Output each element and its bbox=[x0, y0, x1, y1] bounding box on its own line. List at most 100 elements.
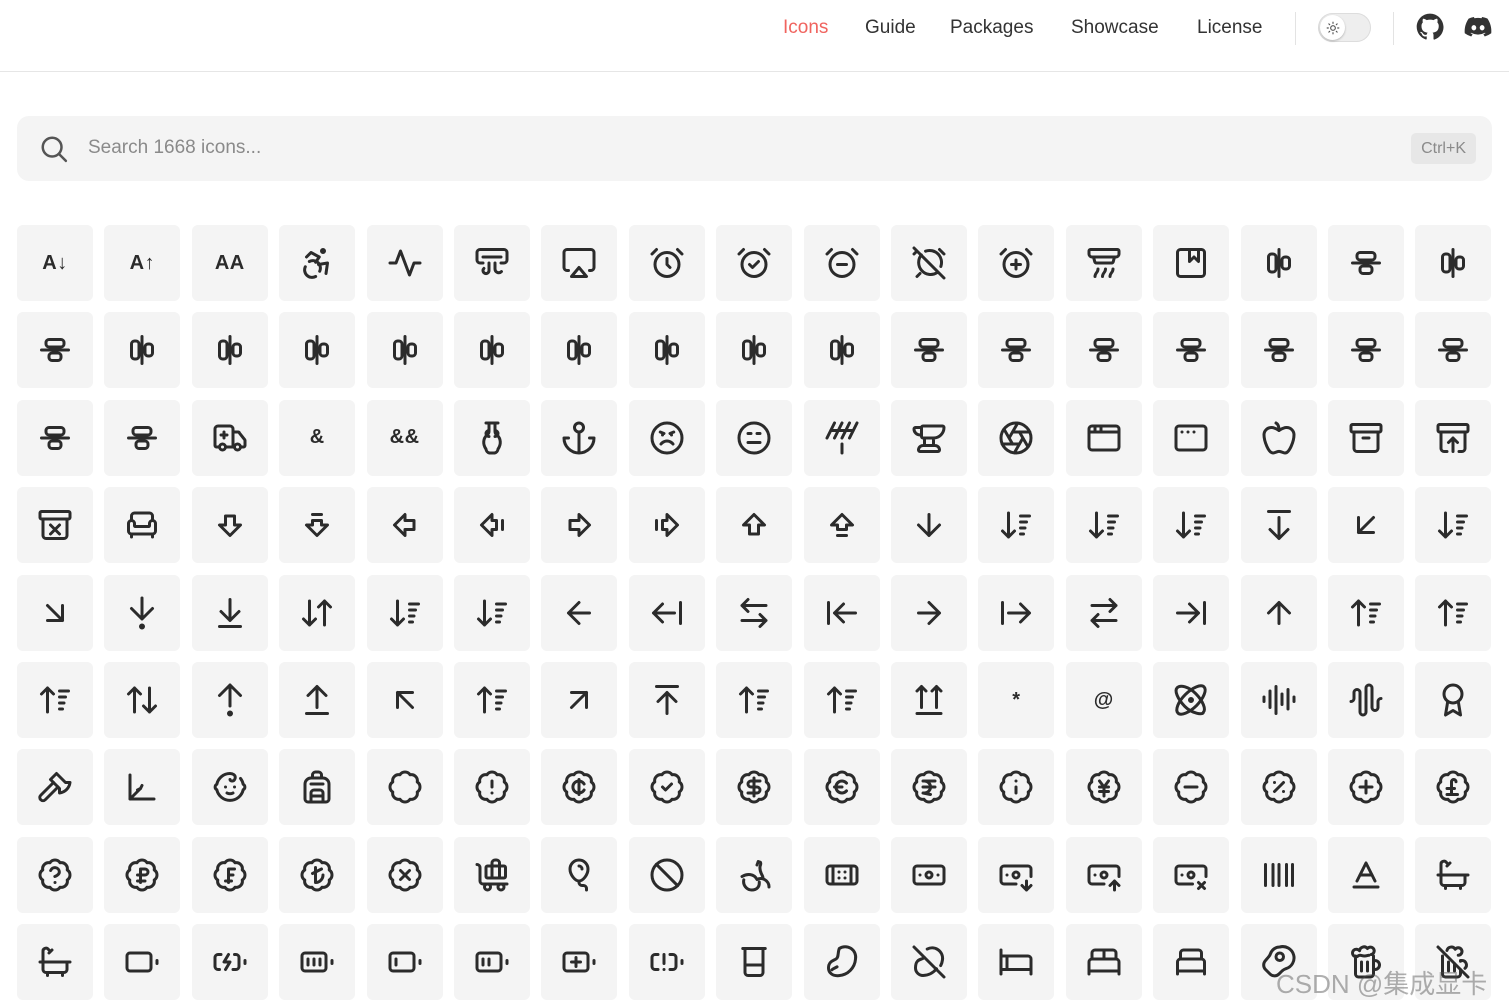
icon-tile-atom[interactable] bbox=[1153, 662, 1230, 738]
icon-tile-arrow-down-to-line[interactable] bbox=[191, 574, 268, 651]
icon-tile-arrow-up[interactable] bbox=[1240, 574, 1317, 651]
icon-tile-ampersand[interactable]: & bbox=[279, 399, 356, 476]
icon-tile-banknote-arrow-down[interactable] bbox=[978, 836, 1055, 913]
icon-tile-align-start-vertical[interactable] bbox=[891, 312, 967, 389]
icon-tile-align-vertical-justify-end[interactable] bbox=[1328, 312, 1404, 389]
icon-tile-badge-percent[interactable] bbox=[1240, 749, 1317, 826]
icon-tile-battery-medium[interactable] bbox=[454, 924, 530, 1001]
icon-tile-arrow-up-wide-narrow[interactable] bbox=[716, 662, 793, 738]
icon-tile-arrow-down-left[interactable] bbox=[1328, 487, 1404, 564]
icon-tile-align-end-horizontal[interactable] bbox=[1415, 225, 1492, 301]
icon-tile-anchor[interactable] bbox=[541, 399, 618, 476]
icon-tile-alarm-clock-plus[interactable] bbox=[978, 225, 1055, 301]
icon-tile-badge-swiss-franc[interactable] bbox=[191, 836, 268, 913]
icon-tile-align-horizontal-justify-start[interactable] bbox=[541, 312, 618, 389]
icon-tile-arrow-big-up-dash[interactable] bbox=[803, 487, 880, 564]
icon-tile-bed[interactable] bbox=[978, 924, 1055, 1001]
nav-packages-link[interactable]: Packages bbox=[950, 16, 1033, 40]
icon-tile-arrow-up-right[interactable] bbox=[541, 662, 618, 738]
icon-tile-air-vent[interactable] bbox=[454, 225, 530, 301]
icon-tile-arrow-right-left[interactable] bbox=[1065, 574, 1142, 651]
icon-tile-align-horizontal-distribute-center[interactable] bbox=[104, 312, 181, 389]
icon-tile-archive-restore[interactable] bbox=[1415, 399, 1492, 476]
icon-tile-apple[interactable] bbox=[1240, 399, 1317, 476]
icon-tile-align-end-vertical[interactable] bbox=[17, 312, 93, 389]
icon-tile-aperture[interactable] bbox=[978, 399, 1055, 476]
icon-tile-bath[interactable] bbox=[17, 924, 93, 1001]
icon-tile-battery-low[interactable] bbox=[366, 924, 443, 1001]
nav-showcase-link[interactable]: Showcase bbox=[1071, 16, 1159, 40]
icon-tile-arrow-big-left-dash[interactable] bbox=[454, 487, 530, 564]
icon-tile-a-large-small[interactable]: AA bbox=[191, 225, 268, 301]
icon-tile-bath[interactable] bbox=[1415, 836, 1492, 913]
icon-tile-battery-charging[interactable] bbox=[191, 924, 268, 1001]
nav-icons-link[interactable]: Icons bbox=[783, 16, 828, 40]
icon-tile-align-center-vertical[interactable] bbox=[1328, 225, 1404, 301]
icon-tile-arrow-up-from-line[interactable] bbox=[279, 662, 356, 738]
icon-tile-arrow-big-left[interactable] bbox=[366, 487, 443, 564]
icon-tile-archive-x[interactable] bbox=[17, 487, 93, 564]
icon-tile-arrow-down-from-line[interactable] bbox=[1240, 487, 1317, 564]
icon-tile-antenna[interactable] bbox=[803, 399, 880, 476]
icon-tile-armchair[interactable] bbox=[104, 487, 181, 564]
icon-tile-at-sign[interactable]: @ bbox=[1065, 662, 1142, 738]
icon-tile-arrow-down-1-0[interactable] bbox=[1065, 487, 1142, 564]
icon-tile-app-window[interactable] bbox=[1065, 399, 1142, 476]
icon-tile-arrow-left-to-line[interactable] bbox=[803, 574, 880, 651]
icon-tile-bed-single[interactable] bbox=[1153, 924, 1230, 1001]
icon-tile-arrow-down-up[interactable] bbox=[279, 574, 356, 651]
icon-tile-align-horizontal-distribute-start[interactable] bbox=[279, 312, 356, 389]
icon-tile-audio-waveform[interactable] bbox=[1328, 662, 1404, 738]
icon-tile-arrows-up-from-line[interactable] bbox=[891, 662, 967, 738]
icon-tile-align-horizontal-space-between[interactable] bbox=[716, 312, 793, 389]
icon-tile-align-center-horizontal[interactable] bbox=[1240, 225, 1317, 301]
icon-tile-alarm-smoke[interactable] bbox=[1065, 225, 1142, 301]
icon-tile-arrow-big-up[interactable] bbox=[716, 487, 793, 564]
icon-tile-barcode[interactable] bbox=[1240, 836, 1317, 913]
icon-tile-battery-warning[interactable] bbox=[628, 924, 705, 1001]
icon-tile-archive[interactable] bbox=[1328, 399, 1404, 476]
icon-tile-align-vertical-space-between[interactable] bbox=[104, 399, 181, 476]
icon-tile-arrow-up-from-dot[interactable] bbox=[191, 662, 268, 738]
icon-tile-align-vertical-space-around[interactable] bbox=[17, 399, 93, 476]
icon-tile-badge-pound-sterling[interactable] bbox=[1415, 749, 1492, 826]
icon-tile-axe[interactable] bbox=[17, 749, 93, 826]
icon-tile-album[interactable] bbox=[1153, 225, 1230, 301]
icon-tile-annoyed[interactable] bbox=[716, 399, 793, 476]
icon-tile-alarm-clock-off[interactable] bbox=[891, 225, 967, 301]
icon-tile-bean[interactable] bbox=[803, 924, 880, 1001]
icon-tile-arrow-up-a-z[interactable] bbox=[17, 662, 93, 738]
icon-tile-ban[interactable] bbox=[628, 836, 705, 913]
icon-tile-arrow-down-wide-narrow[interactable] bbox=[366, 574, 443, 651]
icon-tile-align-vertical-distribute-center[interactable] bbox=[978, 312, 1055, 389]
icon-tile-anvil[interactable] bbox=[891, 399, 967, 476]
icon-tile-arrow-up-narrow-wide[interactable] bbox=[454, 662, 530, 738]
icon-tile-badge-alert[interactable] bbox=[454, 749, 530, 826]
icon-tile-banknote-arrow-up[interactable] bbox=[1065, 836, 1142, 913]
icon-tile-arrow-big-right-dash[interactable] bbox=[628, 487, 705, 564]
icon-tile-axis-3d[interactable] bbox=[104, 749, 181, 826]
nav-guide-link[interactable]: Guide bbox=[865, 16, 916, 40]
icon-tile-badge-info[interactable] bbox=[978, 749, 1055, 826]
icon-tile-arrow-left-from-line[interactable] bbox=[628, 574, 705, 651]
icon-tile-beaker[interactable] bbox=[716, 924, 793, 1001]
icon-tile-badge-japanese-yen[interactable] bbox=[1065, 749, 1142, 826]
icon-tile-arrow-up-z-a[interactable] bbox=[803, 662, 880, 738]
icon-tile-arrow-down-narrow-wide[interactable] bbox=[1415, 487, 1492, 564]
icon-tile-arrow-down-a-z[interactable] bbox=[1153, 487, 1230, 564]
icon-tile-align-vertical-justify-center[interactable] bbox=[1240, 312, 1317, 389]
nav-license-link[interactable]: License bbox=[1197, 16, 1263, 40]
icon-tile-align-vertical-justify-start[interactable] bbox=[1415, 312, 1492, 389]
icon-tile-ampersands[interactable]: && bbox=[366, 399, 443, 476]
icon-tile-badge-plus[interactable] bbox=[1328, 749, 1404, 826]
discord-icon[interactable] bbox=[1463, 12, 1493, 42]
icon-tile-align-horizontal-space-around[interactable] bbox=[628, 312, 705, 389]
icon-tile-arrow-down-z-a[interactable] bbox=[454, 574, 530, 651]
icon-tile-award[interactable] bbox=[1415, 662, 1492, 738]
icon-tile-arrow-right-to-line[interactable] bbox=[1153, 574, 1230, 651]
icon-tile-badge-x[interactable] bbox=[366, 836, 443, 913]
icon-tile-align-vertical-distribute-end[interactable] bbox=[1065, 312, 1142, 389]
icon-tile-arrow-down[interactable] bbox=[891, 487, 967, 564]
icon-tile-bean-off[interactable] bbox=[891, 924, 967, 1001]
icon-tile-alarm-clock-minus[interactable] bbox=[803, 225, 880, 301]
